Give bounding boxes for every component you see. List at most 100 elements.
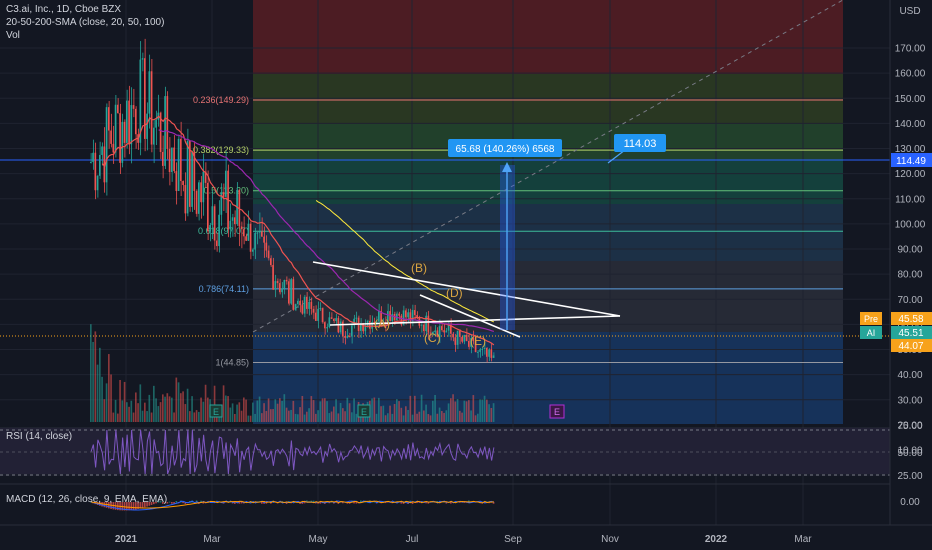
volume-bar bbox=[135, 392, 137, 422]
volume-bar bbox=[114, 399, 117, 422]
pre-price: 45.58 bbox=[898, 314, 923, 325]
candle-body bbox=[177, 138, 180, 191]
volume-bar bbox=[225, 395, 227, 422]
volume-bar bbox=[337, 413, 340, 422]
rsi-tick-25: 25.00 bbox=[897, 471, 922, 482]
volume-bar bbox=[344, 411, 346, 422]
volume-bar bbox=[288, 410, 290, 422]
candle-body bbox=[155, 119, 157, 128]
volume-bar bbox=[198, 411, 200, 422]
volume-bar bbox=[281, 400, 283, 422]
volume-bar bbox=[490, 407, 493, 422]
volume-bar bbox=[252, 402, 254, 422]
volume-bar bbox=[420, 394, 423, 422]
candle-body bbox=[171, 147, 173, 173]
volume-bar bbox=[396, 399, 398, 422]
volume-bar bbox=[315, 413, 317, 422]
candle-body bbox=[405, 310, 407, 318]
volume-bar bbox=[391, 413, 394, 422]
volume-bar bbox=[438, 407, 441, 422]
vol-legend[interactable]: Vol bbox=[6, 30, 20, 41]
volume-bar bbox=[202, 401, 205, 422]
volume-bar bbox=[492, 403, 495, 422]
wave-label-b: (B) bbox=[411, 261, 427, 275]
volume-bar bbox=[92, 341, 94, 422]
candle-body bbox=[182, 180, 184, 186]
volume-bar bbox=[249, 415, 252, 422]
line-price: 44.07 bbox=[898, 341, 923, 352]
volume-bar bbox=[355, 413, 358, 422]
volume-bar bbox=[175, 377, 178, 422]
price-tick: 170.00 bbox=[895, 44, 926, 55]
volume-bar bbox=[416, 413, 418, 422]
candle-body bbox=[477, 351, 479, 353]
volume-bar bbox=[330, 411, 333, 422]
earnings-label-1: E bbox=[213, 407, 219, 417]
volume-bar bbox=[236, 404, 238, 422]
time-tick: Mar bbox=[794, 534, 812, 545]
candle-body bbox=[317, 308, 319, 321]
candle-body bbox=[202, 171, 205, 203]
volume-bar bbox=[99, 347, 101, 422]
candle-body bbox=[445, 330, 448, 333]
time-tick: Nov bbox=[601, 534, 619, 545]
price-tick: 160.00 bbox=[895, 69, 926, 80]
volume-bar bbox=[342, 408, 344, 422]
candle-body bbox=[310, 301, 313, 309]
time-tick: Sep bbox=[504, 534, 522, 545]
volume-bar bbox=[231, 403, 234, 422]
target-text: 114.03 bbox=[624, 138, 657, 150]
volume-bar bbox=[146, 411, 148, 422]
symbol-title[interactable]: C3.ai, Inc., 1D, Cboe BZX bbox=[6, 4, 121, 15]
stock-chart[interactable]: 0.236(149.29)0.382(129.33)0.5(113.20)0.6… bbox=[0, 0, 932, 550]
candle-body bbox=[195, 190, 198, 214]
candle-body bbox=[324, 322, 326, 329]
volume-bar bbox=[326, 401, 328, 422]
volume-bar bbox=[294, 413, 297, 422]
volume-bar bbox=[234, 413, 236, 422]
candle-body bbox=[216, 240, 218, 247]
sma-legend[interactable]: 20-50-200-SMA (close, 20, 50, 100) bbox=[6, 17, 164, 28]
volume-bar bbox=[200, 397, 202, 422]
volume-bar bbox=[402, 415, 405, 422]
candle-body bbox=[175, 171, 178, 191]
volume-bar bbox=[184, 404, 187, 422]
candle-body bbox=[265, 242, 268, 251]
volume-bar bbox=[274, 399, 277, 422]
volume-bar bbox=[90, 324, 92, 422]
volume-bar bbox=[112, 412, 115, 422]
candle-body bbox=[231, 217, 234, 221]
candle-body bbox=[398, 313, 400, 316]
measure-text: 65.68 (140.26%) 6568 bbox=[456, 144, 555, 155]
volume-bar bbox=[423, 410, 425, 422]
candle-body bbox=[207, 182, 209, 232]
candle-body bbox=[285, 279, 288, 282]
volume-bar bbox=[272, 409, 274, 422]
candle-body bbox=[105, 107, 108, 183]
candle-body bbox=[110, 130, 112, 144]
candle-body bbox=[234, 217, 236, 225]
candle-body bbox=[279, 283, 281, 293]
candle-body bbox=[153, 127, 155, 145]
volume-bar bbox=[470, 410, 472, 422]
volume-bar bbox=[258, 396, 261, 422]
volume-bar bbox=[375, 413, 378, 422]
candle-body bbox=[123, 121, 126, 143]
volume-bar bbox=[335, 399, 337, 422]
volume-bar bbox=[96, 364, 99, 422]
time-tick: Jul bbox=[406, 534, 419, 545]
candle-body bbox=[274, 281, 277, 290]
candle-body bbox=[211, 206, 214, 226]
volume-bar bbox=[434, 395, 436, 422]
volume-bar bbox=[159, 402, 162, 422]
candle-body bbox=[456, 330, 459, 345]
volume-bar bbox=[247, 415, 250, 422]
price-tick: 110.00 bbox=[895, 194, 925, 205]
ai-price: 45.51 bbox=[898, 328, 923, 339]
volume-bar bbox=[472, 395, 475, 422]
rsi-legend[interactable]: RSI (14, close) bbox=[6, 431, 72, 442]
macd-legend[interactable]: MACD (12, 26, close, 9, EMA, EMA) bbox=[6, 494, 167, 505]
volume-bar bbox=[441, 411, 443, 422]
candle-body bbox=[330, 317, 333, 319]
volume-bar bbox=[227, 396, 229, 422]
